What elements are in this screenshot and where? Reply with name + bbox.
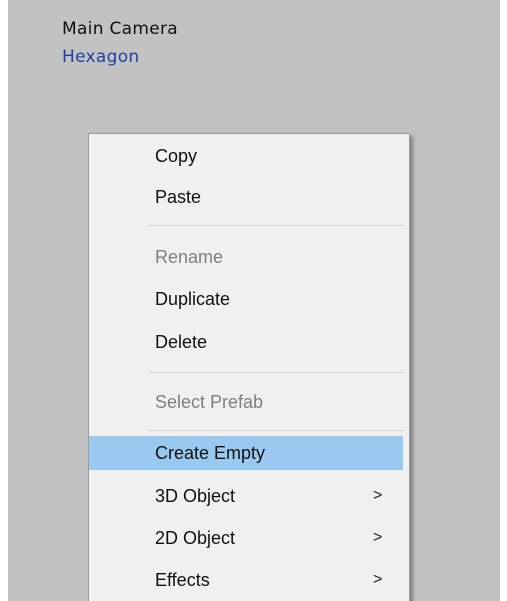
menu-separator [149,430,404,431]
menu-item-label: Delete [155,332,208,352]
chevron-right-icon: > [373,487,383,504]
menu-item-create-empty[interactable]: Create Empty [89,436,403,470]
menu-item-copy[interactable]: Copy [89,139,403,173]
menu-item-effects[interactable]: Effects > [89,563,403,597]
menu-item-paste[interactable]: Paste [89,180,403,214]
menu-item-3d-object[interactable]: 3D Object > [89,479,403,513]
menu-item-label: Rename [155,247,224,267]
menu-separator [149,225,404,226]
hierarchy-panel: Main Camera Hexagon Copy Paste Rename Du… [8,0,500,601]
menu-item-label: 2D Object [155,528,236,548]
chevron-right-icon: > [373,529,383,546]
hierarchy-item-main-camera[interactable]: Main Camera [62,19,178,39]
menu-item-label: Effects [155,570,210,590]
menu-item-label: 3D Object [155,486,236,506]
menu-item-label: Select Prefab [155,392,264,412]
context-menu: Copy Paste Rename Duplicate Delete Selec… [88,133,410,601]
hierarchy-item-hexagon[interactable]: Hexagon [62,47,140,67]
menu-item-rename: Rename [89,240,403,274]
menu-item-2d-object[interactable]: 2D Object > [89,521,403,555]
menu-item-label: Create Empty [155,443,266,463]
menu-separator [149,372,404,373]
chevron-right-icon: > [373,571,383,588]
menu-item-delete[interactable]: Delete [89,325,403,359]
menu-item-label: Copy [155,146,198,166]
menu-item-label: Paste [155,187,202,207]
menu-item-duplicate[interactable]: Duplicate [89,282,403,316]
menu-item-select-prefab: Select Prefab [89,385,403,419]
menu-item-label: Duplicate [155,289,231,309]
